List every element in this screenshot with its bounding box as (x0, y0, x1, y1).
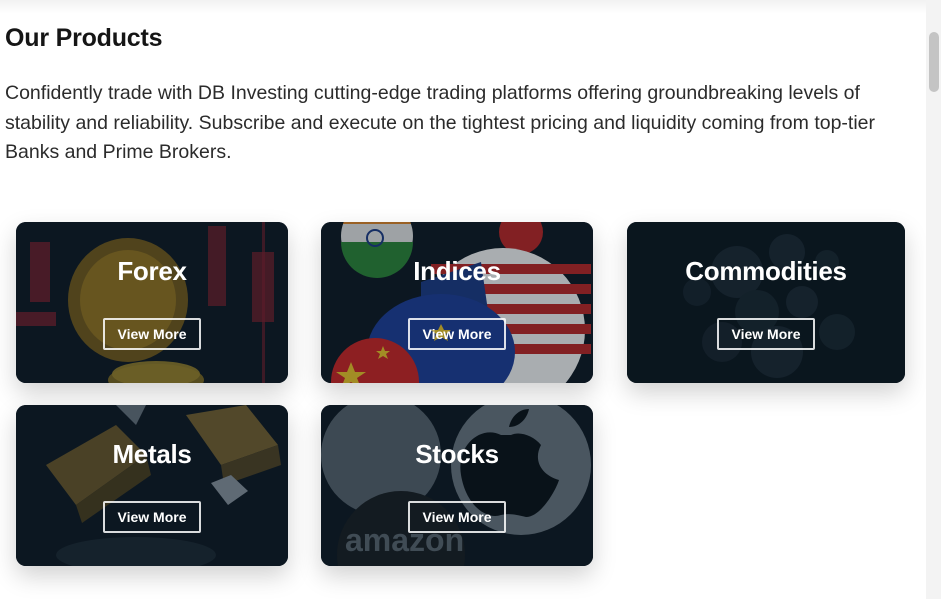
scrollbar[interactable] (926, 0, 941, 599)
product-card-stocks[interactable]: amazon Stocks View More (321, 405, 593, 566)
card-title: Metals (112, 439, 192, 469)
view-more-button[interactable]: View More (408, 318, 506, 350)
view-more-button[interactable]: View More (103, 501, 201, 533)
scrollbar-thumb[interactable] (929, 32, 939, 92)
product-card-indices[interactable]: Indices View More (321, 222, 593, 383)
card-title: Stocks (415, 439, 499, 469)
view-more-button[interactable]: View More (408, 501, 506, 533)
page: Our Products Confidently trade with DB I… (0, 0, 941, 599)
card-overlay (16, 405, 288, 566)
card-title: Indices (413, 256, 501, 286)
card-title: Forex (117, 256, 187, 286)
product-card-forex[interactable]: Forex View More (16, 222, 288, 383)
section-description: Confidently trade with DB Investing cutt… (5, 82, 876, 163)
card-overlay (627, 222, 905, 383)
product-card-commodities[interactable]: Commodities View More (627, 222, 905, 383)
view-more-button[interactable]: View More (717, 318, 815, 350)
card-overlay (321, 405, 593, 566)
product-card-metals[interactable]: Metals View More (16, 405, 288, 566)
card-overlay (16, 222, 288, 383)
top-shade (0, 0, 926, 14)
view-more-button[interactable]: View More (103, 318, 201, 350)
card-overlay (321, 222, 593, 383)
card-title: Commodities (685, 256, 847, 286)
section-title: Our Products (5, 24, 163, 52)
